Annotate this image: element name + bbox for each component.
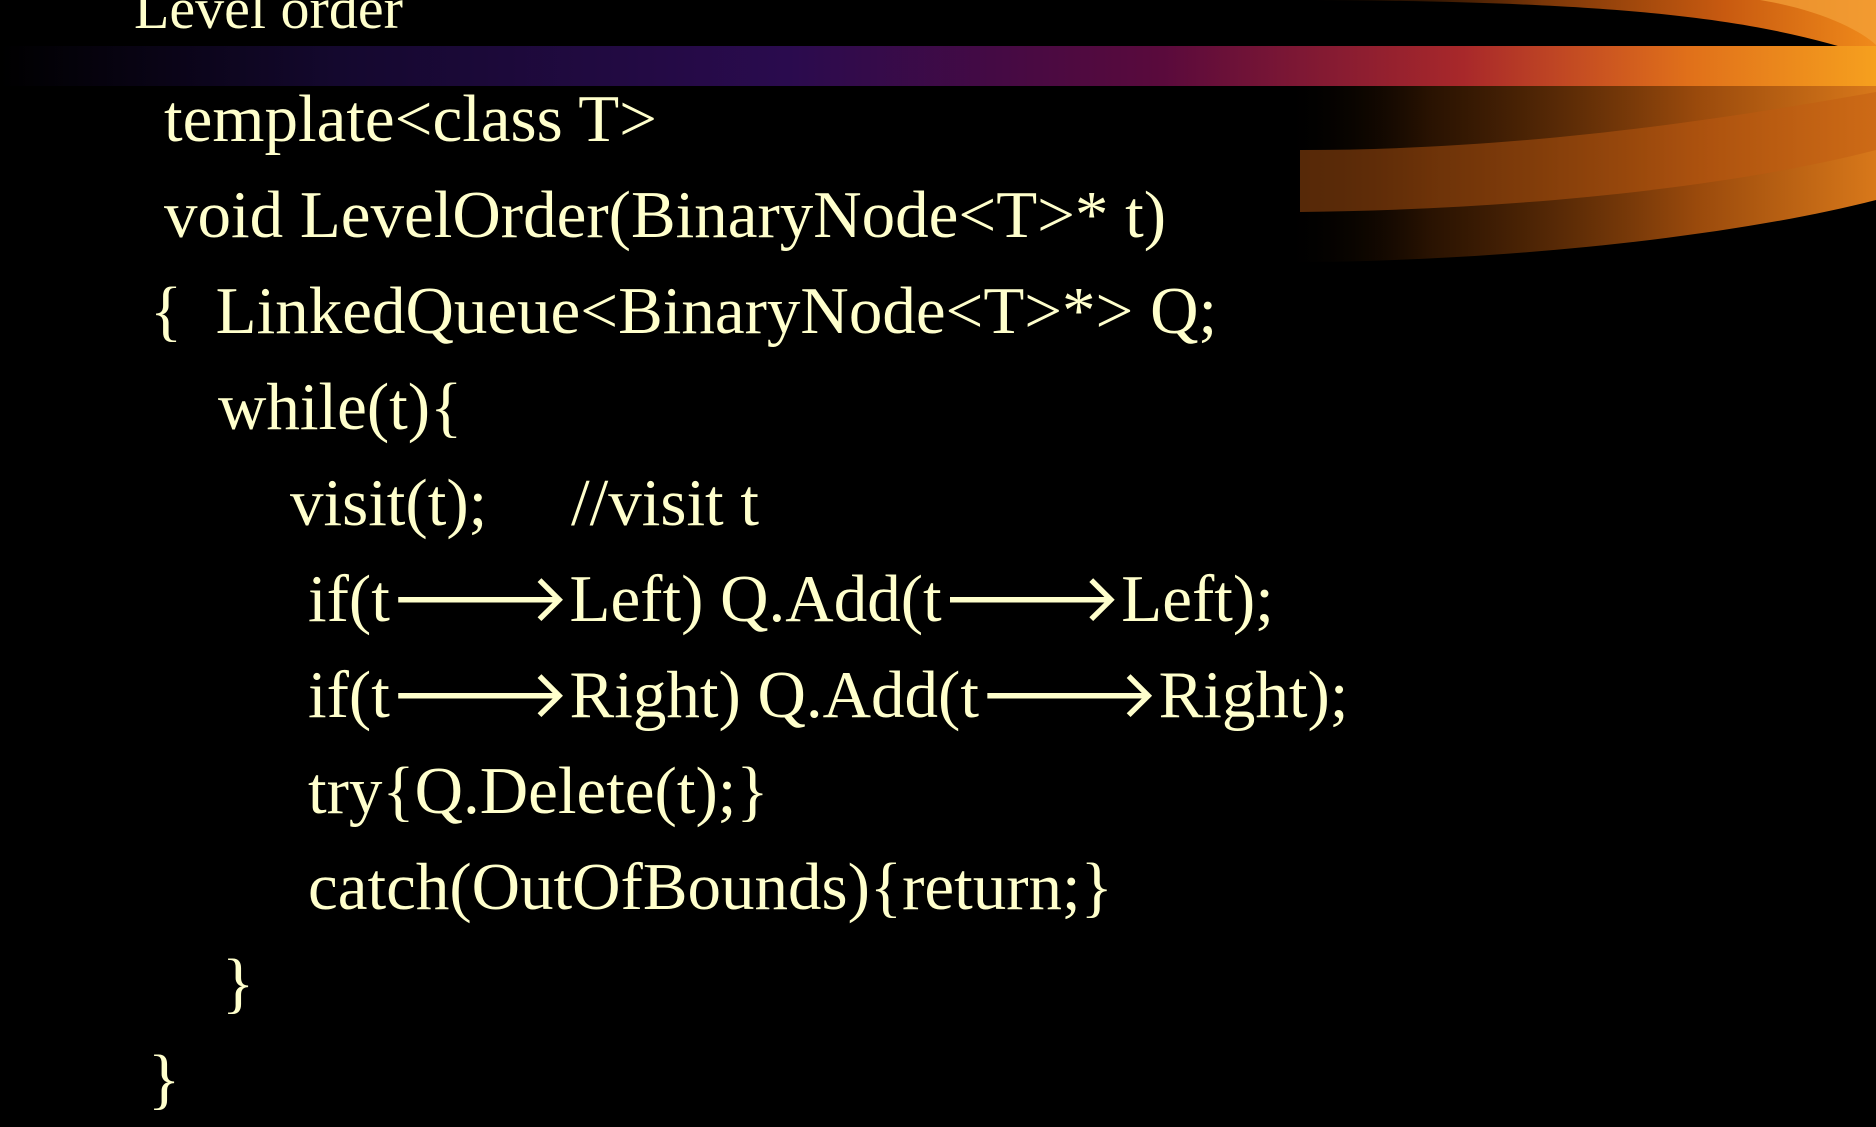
code-line-template: template<class T>	[164, 82, 657, 156]
code-line-if-right: if(t🡒Right) Q.Add(t🡒Right);	[308, 658, 1349, 732]
code-line-catch: catch(OutOfBounds){return;}	[308, 850, 1113, 924]
code-line-while: while(t){	[218, 370, 463, 444]
code-line-queue-decl: { LinkedQueue<BinaryNode<T>*> Q;	[150, 274, 1218, 348]
code-line-try: try{Q.Delete(t);}	[308, 754, 769, 828]
slide-title: Level order	[134, 0, 403, 41]
code-line-signature: void LevelOrder(BinaryNode<T>* t)	[164, 178, 1167, 252]
code-line-if-left: if(t🡒Left) Q.Add(t🡒Left);	[308, 562, 1274, 636]
code-line-visit: visit(t); //visit t	[290, 466, 760, 540]
code-line-close-while: }	[222, 946, 255, 1020]
code-line-close-func: }	[148, 1042, 181, 1116]
slide: Level order template<class T> void Level…	[0, 0, 1876, 1127]
